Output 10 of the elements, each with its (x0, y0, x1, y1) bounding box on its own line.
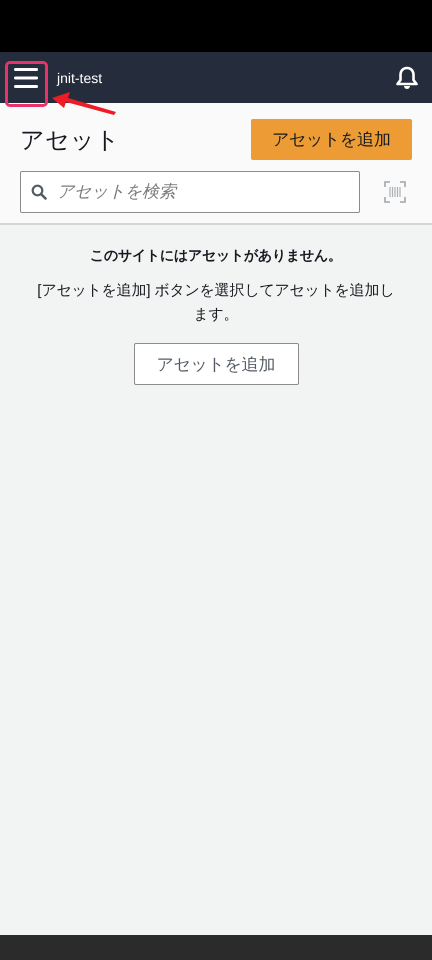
menu-icon[interactable] (14, 66, 38, 88)
add-asset-button[interactable]: アセットを追加 (251, 119, 412, 160)
empty-heading: このサイトにはアセットがありません。 (90, 247, 342, 265)
search-field[interactable]: アセットを検索 (20, 171, 360, 213)
page-title: アセット (20, 126, 120, 156)
site-name: jnit-test (57, 70, 104, 86)
empty-message: [アセットを追加] ボタンを選択してアセットを追加します。 (36, 281, 396, 325)
add-asset-button[interactable]: アセットを追加 (134, 343, 298, 385)
pointer-arrow (50, 92, 118, 116)
notification-bell-icon[interactable] (394, 64, 420, 90)
